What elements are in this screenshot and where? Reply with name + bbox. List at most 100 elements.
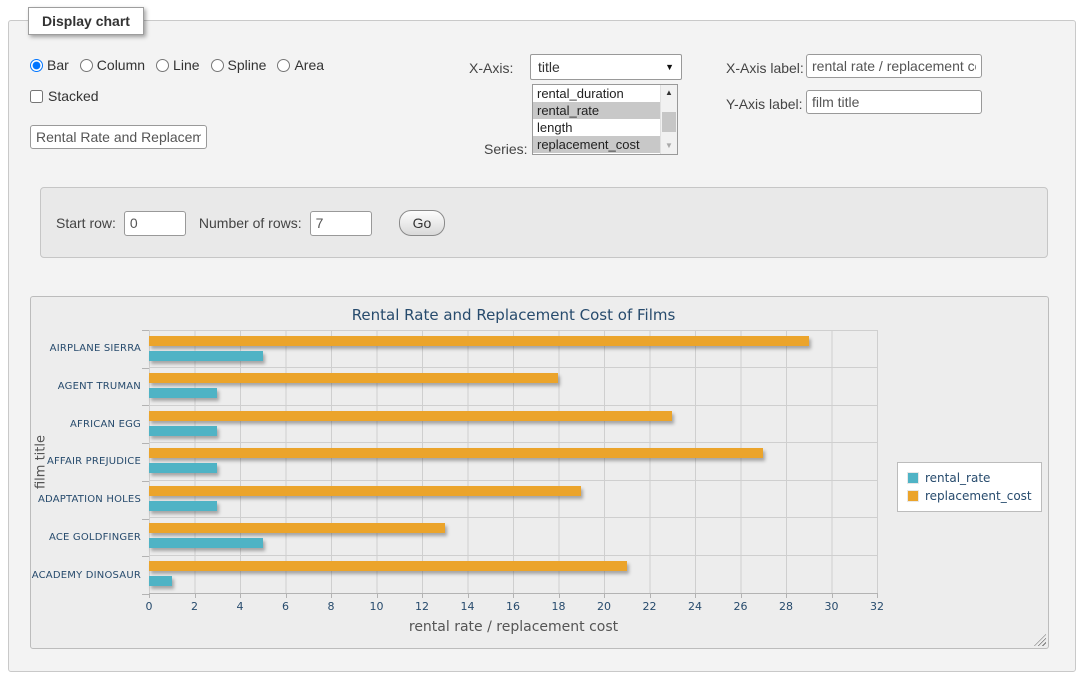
x-axis-selected-value: title	[538, 59, 665, 75]
replacement_cost-bar	[149, 336, 809, 346]
x-tick-mark	[331, 594, 332, 598]
y-axis-label-input[interactable]	[806, 90, 982, 114]
x-tick-label: 6	[266, 600, 306, 613]
x-tick-label: 8	[311, 600, 351, 613]
x-tick-mark	[559, 594, 560, 598]
legend-swatch-replacement_cost	[907, 490, 919, 502]
chart-type-option-bar[interactable]: Bar	[30, 57, 69, 73]
legend-item-replacement_cost[interactable]: replacement_cost	[907, 487, 1032, 505]
x-tick-mark	[877, 594, 878, 598]
x-tick-label: 22	[630, 600, 670, 613]
radio-label-column: Column	[97, 57, 145, 73]
radio-bar[interactable]	[30, 59, 43, 72]
category-row	[149, 406, 878, 443]
series-caption: Series:	[484, 141, 528, 157]
chart-title: Rental Rate and Replacement Cost of Film…	[149, 306, 878, 324]
row-range-panel: Start row: Number of rows: Go	[40, 187, 1048, 258]
category-row	[149, 331, 878, 368]
y-axis-label-caption: Y-Axis label:	[726, 96, 803, 112]
y-tick-mark	[142, 443, 149, 444]
replacement_cost-bar	[149, 523, 445, 533]
x-tick-label: 20	[584, 600, 624, 613]
x-tick-mark	[695, 594, 696, 598]
legend-item-rental_rate[interactable]: rental_rate	[907, 469, 1032, 487]
x-tick-mark	[650, 594, 651, 598]
category-row	[149, 368, 878, 405]
category-row	[149, 443, 878, 480]
chart-type-option-column[interactable]: Column	[80, 57, 145, 73]
radio-label-bar: Bar	[47, 57, 69, 73]
stacked-row: Stacked	[30, 88, 99, 104]
series-option-length[interactable]: length	[533, 119, 677, 136]
x-axis-caption: X-Axis:	[469, 60, 513, 76]
replacement_cost-bar	[149, 561, 627, 571]
y-tick-mark	[142, 405, 149, 406]
chart-type-radio-group: Bar Column Line Spline Area	[30, 57, 335, 73]
x-tick-mark	[786, 594, 787, 598]
scrollbar-thumb[interactable]	[662, 112, 676, 132]
series-listbox[interactable]: rental_durationrental_ratelengthreplacem…	[532, 84, 678, 155]
series-option-rental_duration[interactable]: rental_duration	[533, 85, 677, 102]
x-axis-select[interactable]: title ▼	[530, 54, 682, 80]
category-label: ACADEMY DINOSAUR	[31, 556, 141, 594]
replacement_cost-bar	[149, 486, 581, 496]
number-of-rows-input[interactable]	[310, 211, 372, 236]
x-tick-mark	[741, 594, 742, 598]
y-tick-mark	[142, 594, 149, 595]
x-tick-mark	[286, 594, 287, 598]
legend-label-replacement_cost: replacement_cost	[925, 489, 1032, 503]
x-tick-mark	[377, 594, 378, 598]
resize-grip-icon[interactable]	[1034, 634, 1046, 646]
dropdown-arrow-icon: ▼	[665, 62, 674, 72]
x-tick-mark	[832, 594, 833, 598]
radio-column[interactable]	[80, 59, 93, 72]
x-tick-label: 16	[493, 600, 533, 613]
chart-container: Rental Rate and Replacement Cost of Film…	[30, 296, 1049, 649]
radio-spline[interactable]	[211, 59, 224, 72]
x-axis-label-input[interactable]	[806, 54, 982, 78]
x-tick-label: 14	[448, 600, 488, 613]
x-tick-label: 32	[857, 600, 897, 613]
rental_rate-bar	[149, 501, 217, 511]
series-scrollbar[interactable]: ▲ ▼	[660, 85, 677, 154]
replacement_cost-bar	[149, 373, 558, 383]
category-row	[149, 481, 878, 518]
legend-label-rental_rate: rental_rate	[925, 471, 990, 485]
chart-title-input[interactable]	[30, 125, 207, 149]
start-row-input[interactable]	[124, 211, 186, 236]
stacked-checkbox[interactable]	[30, 90, 43, 103]
x-tick-mark	[422, 594, 423, 598]
x-tick-label: 12	[402, 600, 442, 613]
chart-type-option-spline[interactable]: Spline	[211, 57, 267, 73]
y-axis-ticks	[142, 330, 149, 594]
x-tick-label: 26	[721, 600, 761, 613]
fieldset-legend: Display chart	[28, 7, 144, 35]
chart-type-option-area[interactable]: Area	[277, 57, 324, 73]
scroll-down-icon[interactable]: ▼	[661, 138, 677, 154]
rental_rate-bar	[149, 426, 217, 436]
go-button[interactable]: Go	[399, 210, 446, 236]
legend-swatch-rental_rate	[907, 472, 919, 484]
x-tick-mark	[149, 594, 150, 598]
stacked-label: Stacked	[48, 88, 99, 104]
x-tick-label: 28	[766, 600, 806, 613]
series-option-replacement_cost[interactable]: replacement_cost	[533, 136, 677, 153]
radio-area[interactable]	[277, 59, 290, 72]
x-axis-title: rental rate / replacement cost	[149, 619, 878, 635]
x-tick-label: 18	[539, 600, 579, 613]
category-label: AIRPLANE SIERRA	[31, 330, 141, 368]
scroll-up-icon[interactable]: ▲	[661, 85, 677, 101]
chart-type-option-line[interactable]: Line	[156, 57, 199, 73]
y-tick-mark	[142, 330, 149, 331]
x-tick-label: 10	[357, 600, 397, 613]
series-option-rental_rate[interactable]: rental_rate	[533, 102, 677, 119]
category-row	[149, 556, 878, 593]
radio-line[interactable]	[156, 59, 169, 72]
x-tick-mark	[513, 594, 514, 598]
x-tick-mark	[240, 594, 241, 598]
x-axis-label-caption: X-Axis label:	[726, 60, 804, 76]
category-label: AGENT TRUMAN	[31, 368, 141, 406]
x-tick-label: 0	[129, 600, 169, 613]
x-tick-mark	[195, 594, 196, 598]
rental_rate-bar	[149, 351, 263, 361]
